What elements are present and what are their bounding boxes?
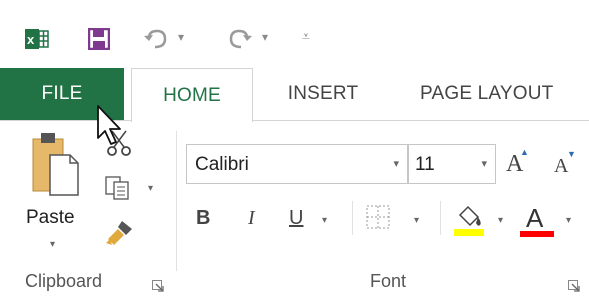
font-color-glyph: A — [526, 203, 544, 233]
tab-home[interactable]: HOME — [131, 68, 253, 122]
underline-button[interactable]: U — [289, 207, 303, 230]
increase-font-size-button[interactable]: A ▲ — [506, 147, 529, 178]
paste-dropdown-icon[interactable]: ▾ — [50, 239, 55, 250]
font-family-value: Calibri — [195, 154, 249, 175]
italic-button[interactable]: I — [248, 207, 255, 230]
fill-color-icon[interactable] — [452, 203, 486, 242]
group-separator — [176, 131, 177, 271]
tab-page-layout[interactable]: PAGE LAYOUT — [395, 68, 589, 120]
undo-dropdown-icon[interactable]: ▾ — [178, 30, 184, 44]
tab-page-layout-label: PAGE LAYOUT — [420, 83, 554, 104]
mouse-cursor-icon — [96, 104, 124, 153]
undo-icon[interactable] — [140, 22, 174, 56]
tab-insert-label: INSERT — [287, 83, 359, 104]
decrease-font-size-button[interactable]: A ▼ — [554, 149, 576, 178]
copy-icon[interactable] — [104, 175, 132, 206]
format-painter-icon[interactable] — [104, 219, 134, 252]
borders-icon[interactable] — [366, 205, 390, 234]
font-launcher-icon[interactable] — [568, 279, 580, 292]
excel-logo-icon[interactable]: x — [22, 22, 52, 56]
tab-file-label: FILE — [41, 83, 83, 104]
clipboard-group-label: Clipboard — [25, 271, 103, 291]
font-family-combobox[interactable]: Calibri ▾ — [186, 144, 408, 184]
tab-home-label: HOME — [163, 84, 221, 106]
format-separator — [440, 201, 441, 235]
redo-icon[interactable] — [222, 22, 256, 56]
increase-arrow-icon: ▲ — [520, 147, 529, 157]
format-separator — [352, 201, 353, 235]
font-size-value: 11 — [415, 154, 435, 175]
ribbon-tabs: FILE HOME INSERT PAGE LAYOUT — [0, 68, 589, 122]
tab-insert[interactable]: INSERT — [268, 68, 378, 120]
save-icon[interactable] — [84, 22, 114, 56]
quick-access-toolbar: x ▾ ▾ ⩡ — [0, 0, 589, 68]
fill-color-dropdown-icon[interactable]: ▾ — [498, 215, 503, 226]
ribbon-home: Paste ▾ ▾ Clipboard Calibri ▾ 11 ▾ A ▲ A… — [0, 121, 589, 297]
paste-icon[interactable] — [30, 131, 80, 202]
clipboard-launcher-icon[interactable] — [152, 279, 164, 292]
font-family-dropdown-icon[interactable]: ▾ — [393, 157, 399, 170]
decrease-arrow-icon: ▼ — [567, 149, 576, 159]
font-size-combobox[interactable]: 11 ▾ — [408, 144, 496, 184]
customize-qat-icon[interactable]: ⩡ — [302, 28, 310, 45]
borders-dropdown-icon[interactable]: ▾ — [414, 215, 419, 226]
font-color-button[interactable]: A — [520, 201, 554, 241]
font-group-label: Font — [370, 271, 407, 291]
svg-text:x: x — [27, 32, 35, 47]
paste-label[interactable]: Paste — [26, 207, 75, 229]
font-color-dropdown-icon[interactable]: ▾ — [566, 215, 571, 226]
bold-button[interactable]: B — [196, 207, 210, 230]
underline-dropdown-icon[interactable]: ▾ — [322, 215, 327, 226]
redo-dropdown-icon[interactable]: ▾ — [262, 30, 268, 44]
font-color-swatch — [520, 231, 554, 237]
font-size-dropdown-icon[interactable]: ▾ — [481, 157, 487, 170]
copy-dropdown-icon[interactable]: ▾ — [148, 183, 153, 194]
